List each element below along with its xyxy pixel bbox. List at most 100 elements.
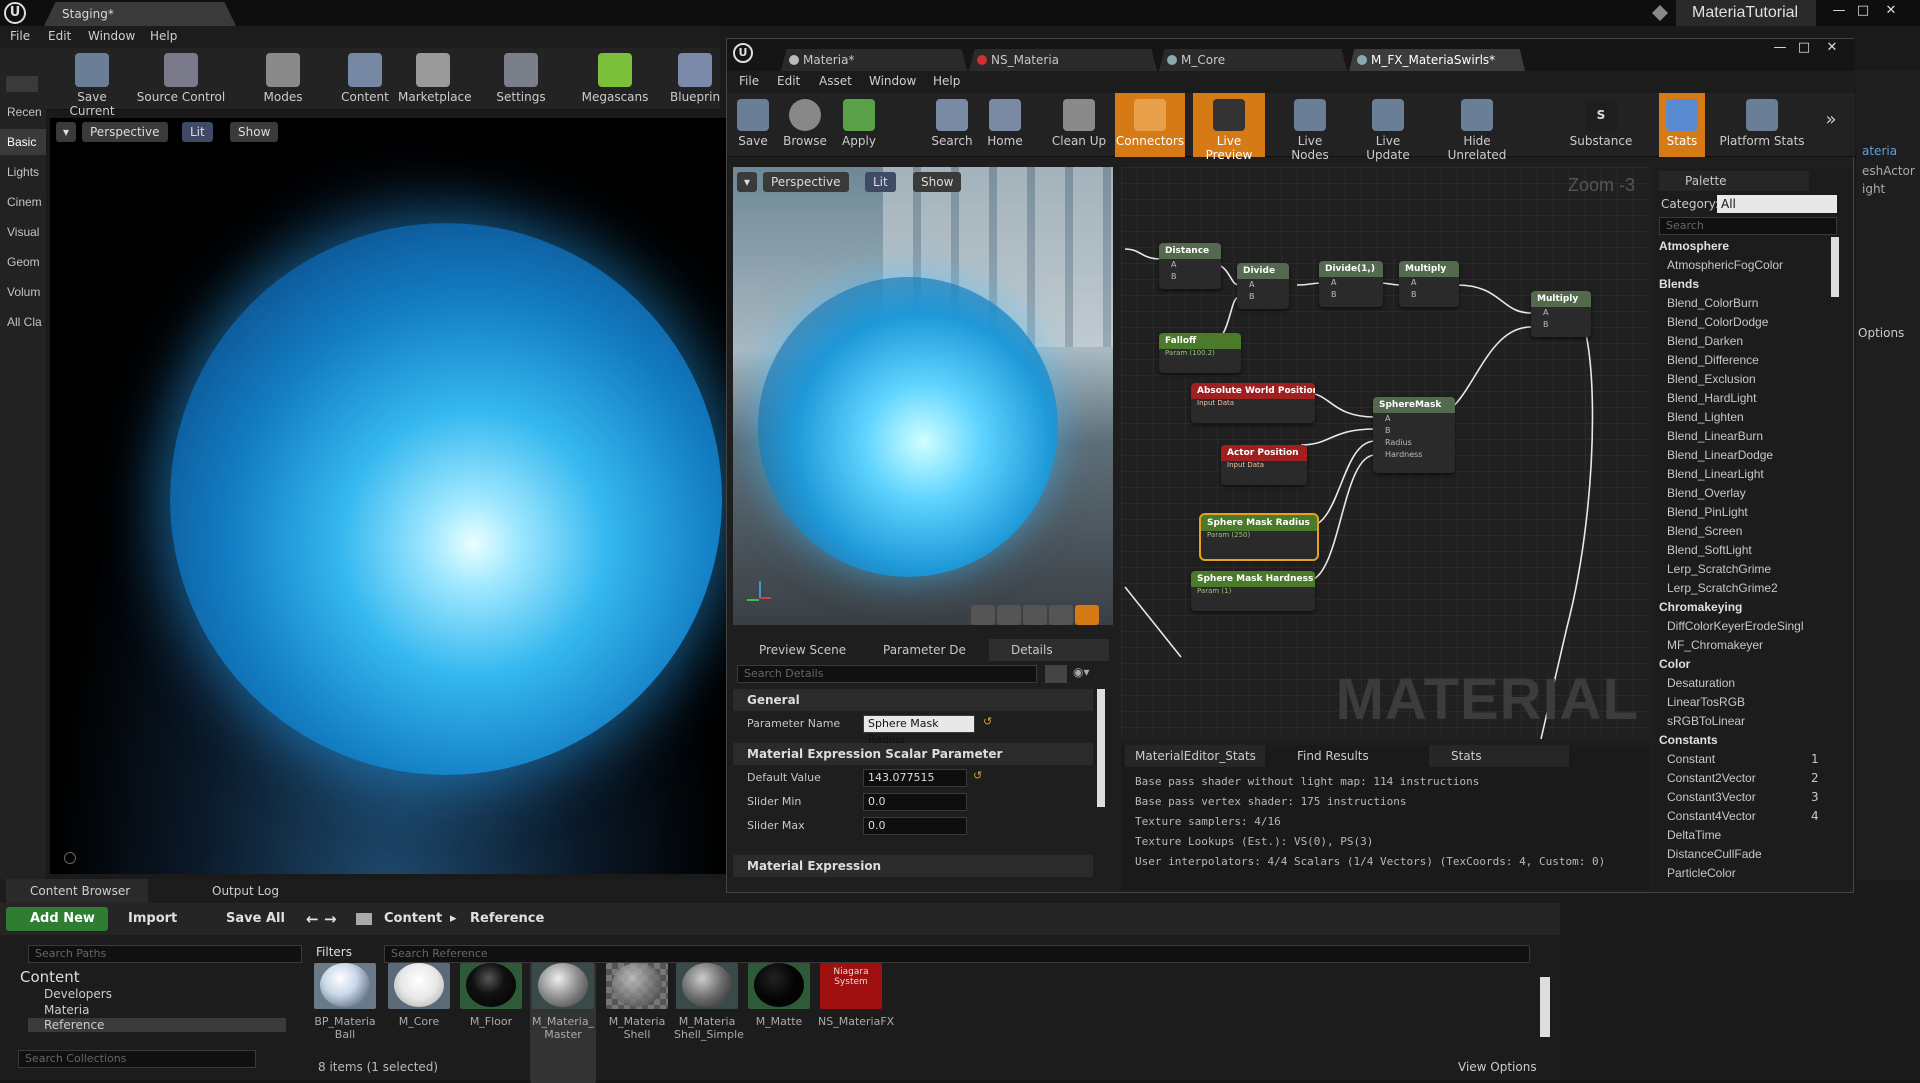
blueprints-button[interactable]: Blueprin — [670, 48, 720, 110]
pin-b[interactable]: B — [1531, 319, 1591, 331]
section-scalar-parameter[interactable]: Material Expression Scalar Parameter — [733, 743, 1093, 765]
palette-item[interactable]: Constant4Vector — [1667, 809, 1756, 823]
category-volumes[interactable]: Volum — [0, 279, 46, 305]
maximize-icon[interactable]: □ — [1793, 39, 1815, 57]
viewport-options-icon[interactable]: ▾ — [737, 172, 757, 192]
palette-category[interactable]: Atmosphere — [1659, 239, 1729, 253]
reset-to-default-icon[interactable]: ↺ — [983, 715, 992, 728]
palette-category[interactable]: Chromakeying — [1659, 600, 1742, 614]
asset-tile[interactable]: M_Core — [386, 963, 452, 1083]
clean-up-button[interactable]: Clean Up — [1051, 93, 1107, 157]
close-icon[interactable]: ✕ — [1880, 2, 1902, 20]
level-viewport[interactable]: ▾ Perspective Lit Show — [50, 118, 728, 874]
preview-cylinder-icon[interactable] — [971, 605, 995, 625]
menu-help[interactable]: Help — [933, 74, 960, 88]
category-geometry[interactable]: Geom — [0, 249, 46, 275]
category-all-classes[interactable]: All Cla — [0, 309, 46, 335]
pin-b[interactable]: B — [1399, 289, 1459, 301]
asset-tile[interactable]: BP_Materia Ball — [312, 963, 378, 1083]
live-nodes-button[interactable]: Live Nodes — [1279, 93, 1341, 162]
platform-stats-button[interactable]: Platform Stats — [1717, 93, 1807, 157]
reset-to-default-icon[interactable]: ↺ — [973, 769, 982, 782]
save-button[interactable]: Save — [733, 93, 773, 157]
pin-b[interactable]: B — [1373, 425, 1455, 437]
menu-window[interactable]: Window — [869, 74, 916, 88]
palette-item[interactable]: Lerp_ScratchGrime — [1667, 562, 1771, 576]
slider-min-input[interactable]: 0.0 — [863, 793, 967, 811]
palette-item[interactable]: Blend_Lighten — [1667, 410, 1744, 424]
search-reference-input[interactable]: Search Reference — [384, 945, 1530, 963]
palette-item[interactable]: Constant3Vector — [1667, 790, 1756, 804]
palette-item[interactable]: MF_Chromakeyer — [1667, 638, 1763, 652]
palette-item[interactable]: DeltaTime — [1667, 828, 1721, 842]
perspective-button[interactable]: Perspective — [763, 172, 849, 192]
palette-item[interactable]: ParticleColor — [1667, 866, 1736, 880]
tab-content-browser[interactable]: Content Browser — [6, 879, 148, 903]
menu-help[interactable]: Help — [150, 29, 177, 43]
live-preview-button[interactable]: Live Preview — [1193, 93, 1265, 162]
tree-content[interactable]: Content — [20, 968, 80, 986]
tree-reference[interactable]: Reference — [28, 1018, 286, 1032]
pin-a[interactable]: A — [1159, 259, 1221, 271]
minimize-icon[interactable]: — — [1769, 39, 1791, 57]
save-current-button[interactable]: Save Current — [54, 48, 130, 118]
tree-developers[interactable]: Developers — [44, 987, 112, 1001]
node-falloff[interactable]: Falloff Param (100.2) — [1159, 333, 1241, 373]
show-button[interactable]: Show — [230, 122, 279, 142]
palette-item[interactable]: Blend_Darken — [1667, 334, 1743, 348]
node-absolute-world-position[interactable]: Absolute World Position Input Data — [1191, 383, 1315, 423]
eye-visibility-icon[interactable]: ◉▾ — [1073, 665, 1103, 683]
search-collections-input[interactable]: Search Collections — [18, 1050, 256, 1068]
filters-button[interactable]: Filters — [316, 945, 378, 963]
asset-tile[interactable]: M_Materia Shell_Simple — [674, 963, 744, 1083]
import-button[interactable]: Import — [128, 907, 177, 931]
tab-ns-materia[interactable]: NS_Materia — [969, 49, 1157, 71]
palette-item[interactable]: LinearTosRGB — [1667, 695, 1745, 709]
palette-item[interactable]: DistanceCullFade — [1667, 847, 1762, 861]
source-control-status-icon[interactable] — [1652, 5, 1668, 21]
asset-tile[interactable]: Niagara System NS_MateriaFX — [818, 963, 894, 1083]
back-arrow-icon[interactable]: ← — [306, 907, 319, 931]
viewport-options-icon[interactable]: ▾ — [56, 122, 76, 142]
palette-item[interactable]: Desaturation — [1667, 676, 1735, 690]
palette-item[interactable]: DiffColorKeyerErodeSingl — [1667, 619, 1804, 633]
palette-item[interactable]: Blend_Overlay — [1667, 486, 1746, 500]
palette-item[interactable]: Blend_Screen — [1667, 524, 1742, 538]
tab-m-core[interactable]: M_Core — [1159, 49, 1347, 71]
asset-tile[interactable]: M_Floor — [458, 963, 524, 1083]
modes-button[interactable]: Modes — [258, 48, 308, 110]
palette-category[interactable]: Constants — [1659, 733, 1718, 747]
palette-item[interactable]: Blend_ColorDodge — [1667, 315, 1768, 329]
path-reference[interactable]: Reference — [470, 907, 544, 931]
menu-window[interactable]: Window — [88, 29, 135, 43]
menu-file[interactable]: File — [10, 29, 30, 43]
search-details-input[interactable]: Search Details — [737, 665, 1037, 683]
viewport-info-icon[interactable] — [64, 852, 76, 864]
connectors-button[interactable]: Connectors — [1115, 93, 1185, 157]
section-material-expression[interactable]: Material Expression — [733, 855, 1093, 877]
asset-tile[interactable]: M_Materia Shell — [604, 963, 670, 1083]
palette-item[interactable]: Blend_PinLight — [1667, 505, 1748, 519]
asset-tile-selected[interactable]: M_Materia_ Master — [530, 963, 596, 1083]
pin-a[interactable]: A — [1373, 413, 1455, 425]
forward-arrow-icon[interactable]: → — [324, 907, 337, 931]
category-cinematic[interactable]: Cinem — [0, 189, 46, 215]
preview-cube-icon[interactable] — [1049, 605, 1073, 625]
node-actor-position[interactable]: Actor Position Input Data — [1221, 445, 1307, 485]
tab-materialeditor-stats[interactable]: MaterialEditor_Stats — [1125, 745, 1265, 767]
material-node-graph[interactable]: Zoom -3 MATERIAL Distance A B Divide A B Div… — [1121, 167, 1649, 739]
node-multiply[interactable]: Multiply A B — [1399, 261, 1459, 307]
palette-category[interactable]: Color — [1659, 657, 1690, 671]
pin-radius[interactable]: Radius — [1373, 437, 1455, 449]
hide-unrelated-button[interactable]: Hide Unrelated — [1435, 93, 1519, 162]
lit-button[interactable]: Lit — [865, 172, 896, 192]
preview-plane-icon[interactable] — [1023, 605, 1047, 625]
palette-item[interactable]: Blend_SoftLight — [1667, 543, 1752, 557]
menu-asset[interactable]: Asset — [819, 74, 852, 88]
category-lights[interactable]: Lights — [0, 159, 46, 185]
palette-item[interactable]: Constant2Vector — [1667, 771, 1756, 785]
palette-item[interactable]: Blend_HardLight — [1667, 391, 1756, 405]
palette-item[interactable]: Blend_LinearBurn — [1667, 429, 1763, 443]
minimize-icon[interactable]: — — [1828, 2, 1850, 20]
pin-b[interactable]: B — [1319, 289, 1383, 301]
